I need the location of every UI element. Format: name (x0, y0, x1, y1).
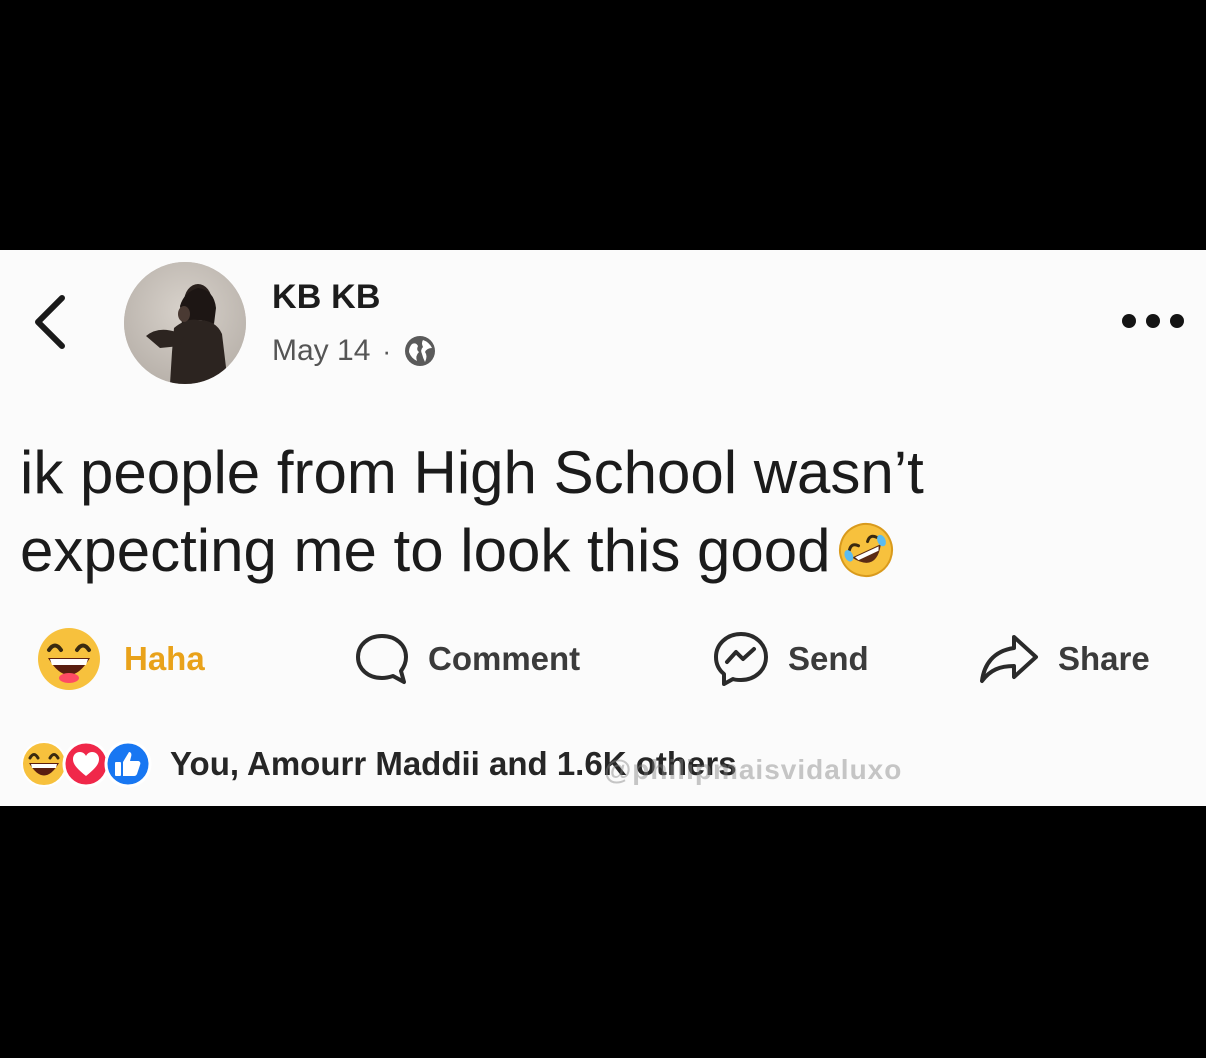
watermark: @philipmaisvidaluxo (604, 754, 903, 785)
post-text-line-2-text: expecting me to look this good (20, 517, 831, 584)
author-name[interactable]: KB KB (272, 278, 381, 317)
haha-icon (21, 741, 67, 787)
share-icon (980, 635, 1038, 683)
haha-reaction-button[interactable]: Haha (36, 624, 205, 694)
meta-separator: · (382, 335, 392, 366)
haha-label: Haha (124, 640, 205, 677)
share-label: Share (1058, 640, 1150, 677)
post-text-line-2: expecting me to look this good (20, 512, 1120, 590)
comment-label: Comment (428, 640, 581, 677)
comment-button[interactable]: Comment (354, 624, 580, 694)
post-text: ik people from High School wasn’t expect… (20, 434, 1120, 590)
back-icon[interactable] (30, 292, 70, 352)
rolling-on-floor-laughing-emoji-icon (838, 523, 893, 577)
haha-icon (38, 628, 100, 690)
globe-icon (405, 336, 436, 366)
avatar[interactable] (124, 262, 246, 384)
post-date[interactable]: May 14 (272, 334, 370, 368)
more-options-icon[interactable] (1120, 304, 1186, 338)
post-meta: May 14 · (272, 334, 437, 368)
reaction-icons[interactable] (20, 740, 152, 788)
messenger-icon (714, 632, 768, 686)
post-text-line-1: ik people from High School wasn’t (20, 439, 924, 506)
like-icon (104, 740, 152, 788)
comment-icon (356, 634, 408, 684)
share-button[interactable]: Share (978, 624, 1150, 694)
send-label: Send (788, 640, 869, 677)
love-icon (62, 740, 110, 788)
send-button[interactable]: Send (712, 624, 869, 694)
